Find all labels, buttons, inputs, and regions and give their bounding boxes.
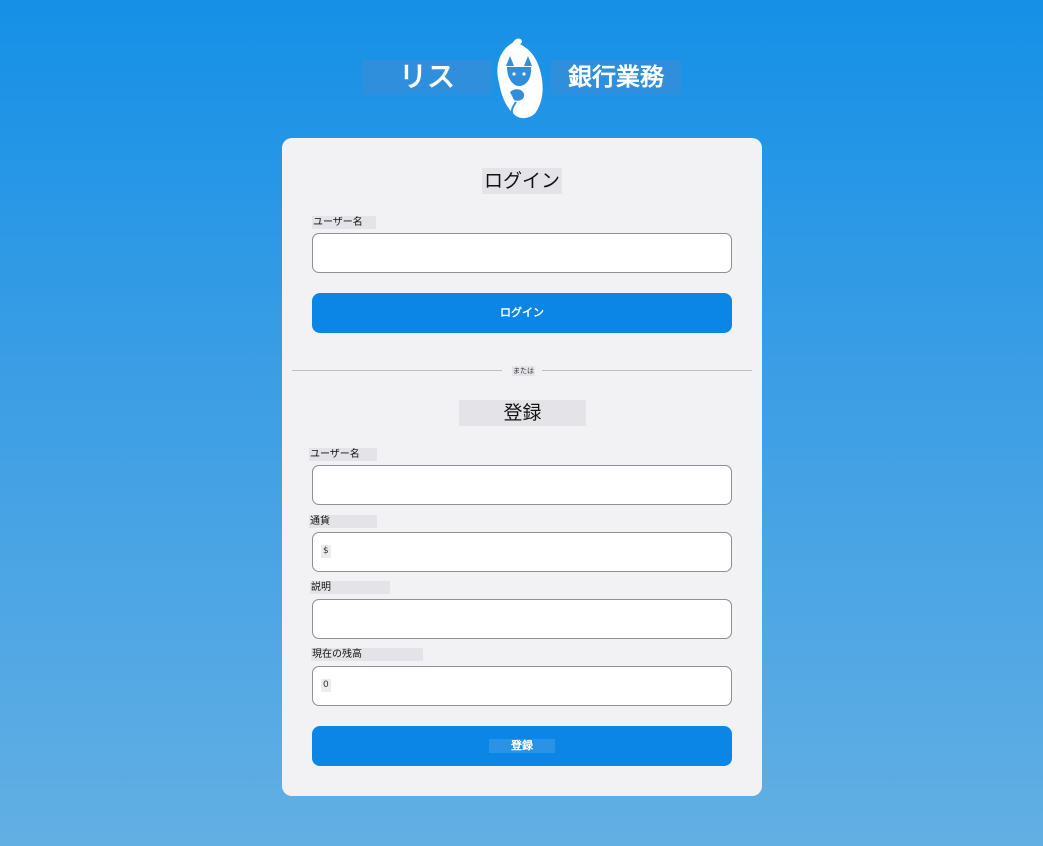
balance-value: 0 (321, 679, 331, 692)
register-username-label: ユーザー名 (309, 448, 377, 461)
description-input[interactable] (312, 599, 732, 639)
description-label: 説明 (310, 581, 390, 594)
login-username-input[interactable] (312, 233, 732, 273)
currency-label: 通貨 (309, 515, 377, 528)
register-button[interactable]: 登録 (312, 726, 732, 766)
balance-input[interactable]: 0 (312, 666, 732, 706)
register-username-input[interactable] (312, 465, 732, 505)
squirrel-logo-icon (497, 38, 543, 119)
login-button[interactable]: ログイン (312, 293, 732, 333)
brand-name-right: 銀行業務 (551, 60, 681, 94)
balance-label: 現在の残高 (311, 648, 423, 661)
brand-name-left: リス (362, 60, 492, 94)
currency-input[interactable]: $ (312, 532, 732, 572)
login-username-label: ユーザー名 (312, 216, 376, 229)
app-header: リス 銀行業務 (0, 36, 1043, 122)
login-button-label: ログイン (500, 306, 544, 319)
login-title: ログイン (482, 168, 562, 194)
divider-or-text: または (512, 366, 535, 376)
divider-line-left (292, 370, 502, 371)
currency-value: $ (321, 545, 331, 558)
register-button-label: 登録 (489, 739, 555, 753)
auth-card: ログイン ユーザー名 ログイン または 登録 ユーザー名 通貨 $ 説明 現在の… (282, 138, 762, 796)
divider-line-right (542, 370, 752, 371)
register-title: 登録 (459, 400, 586, 426)
